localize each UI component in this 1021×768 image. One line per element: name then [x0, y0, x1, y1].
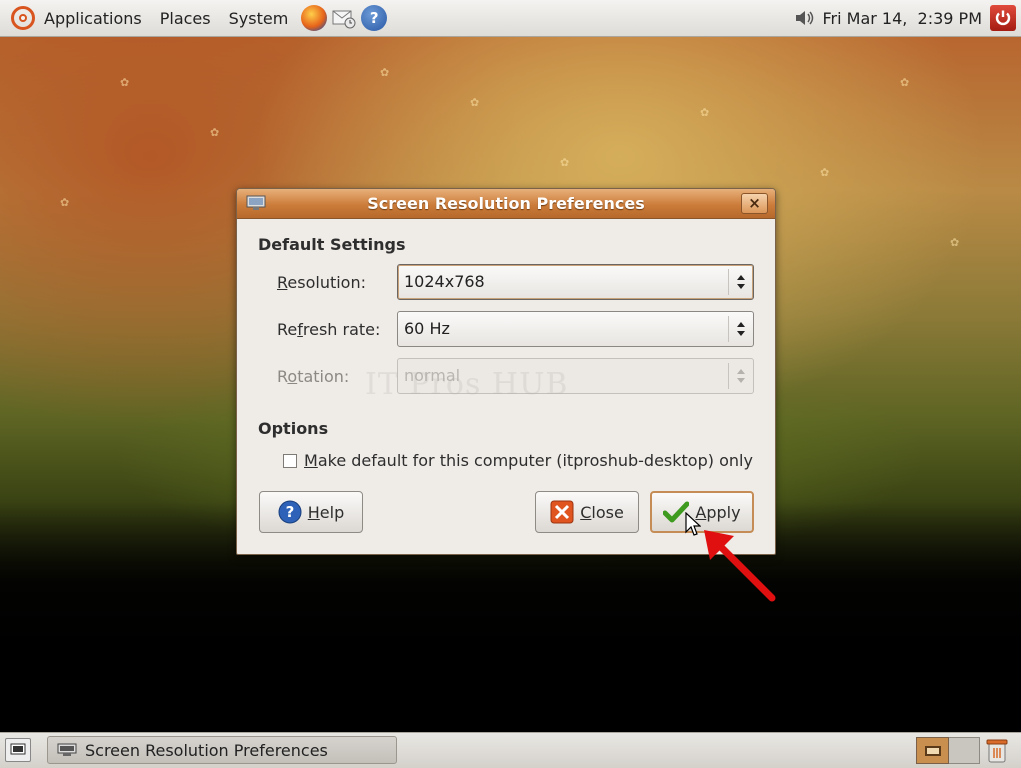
updown-arrows-icon: [728, 269, 753, 295]
resolution-value: 1024x768: [404, 272, 485, 291]
screen-resolution-dialog: Screen Resolution Preferences × Default …: [236, 188, 776, 555]
power-icon[interactable]: [990, 5, 1016, 31]
make-default-checkbox[interactable]: [283, 453, 297, 468]
apply-button-label: Apply: [695, 502, 741, 522]
menu-applications[interactable]: Applications: [35, 9, 151, 28]
workspace-2[interactable]: [949, 737, 980, 764]
help-icon: ?: [278, 500, 302, 524]
make-default-option[interactable]: Make default for this computer (itproshu…: [283, 451, 753, 470]
refresh-rate-value: 60 Hz: [404, 319, 450, 338]
workspace-1[interactable]: [916, 737, 949, 764]
refresh-rate-select[interactable]: 60 Hz: [397, 311, 754, 347]
help-icon[interactable]: ?: [361, 5, 388, 31]
show-desktop-icon[interactable]: [5, 738, 31, 762]
ubuntu-logo-icon[interactable]: [11, 6, 35, 30]
refresh-rate-label: Refresh rate:: [277, 320, 381, 339]
help-button-label: Help: [307, 502, 345, 522]
taskbar-item-label: Screen Resolution Preferences: [85, 740, 328, 760]
close-icon: [550, 500, 574, 524]
updown-arrows-icon: [728, 363, 753, 389]
monitor-icon: [57, 743, 77, 756]
clock[interactable]: Fri Mar 14, 2:39 PM: [822, 9, 982, 28]
red-arrow-icon: [704, 530, 776, 602]
bottom-panel: Screen Resolution Preferences: [0, 732, 1021, 768]
taskbar-item-screen-resolution[interactable]: Screen Resolution Preferences: [47, 736, 397, 764]
help-button[interactable]: ? Help: [259, 491, 363, 533]
dialog-title: Screen Resolution Preferences: [367, 194, 645, 213]
volume-icon[interactable]: [794, 9, 816, 27]
resolution-label: Resolution:: [277, 273, 366, 292]
close-icon[interactable]: ×: [741, 193, 768, 214]
trash-icon[interactable]: [986, 737, 1008, 764]
mail-icon[interactable]: [331, 5, 357, 31]
resolution-select[interactable]: 1024x768: [397, 264, 754, 300]
mouse-cursor-icon: [685, 512, 701, 536]
menu-places[interactable]: Places: [151, 9, 220, 28]
updown-arrows-icon: [728, 316, 753, 342]
top-panel: Applications Places System ? Fri Mar 14,…: [0, 0, 1021, 37]
menu-system[interactable]: System: [220, 9, 298, 28]
close-button[interactable]: Close: [535, 491, 639, 533]
rotation-label: Rotation:: [277, 367, 350, 386]
make-default-label: Make default for this computer (itproshu…: [304, 451, 753, 470]
default-settings-heading: Default Settings: [258, 235, 406, 254]
close-button-label: Close: [580, 502, 624, 522]
svg-text:?: ?: [285, 503, 294, 521]
firefox-icon[interactable]: [301, 5, 328, 31]
options-heading: Options: [258, 419, 329, 438]
dialog-titlebar[interactable]: Screen Resolution Preferences ×: [237, 189, 775, 219]
watermark: IT Pros HUB: [365, 367, 569, 402]
apply-button[interactable]: Apply: [650, 491, 754, 533]
